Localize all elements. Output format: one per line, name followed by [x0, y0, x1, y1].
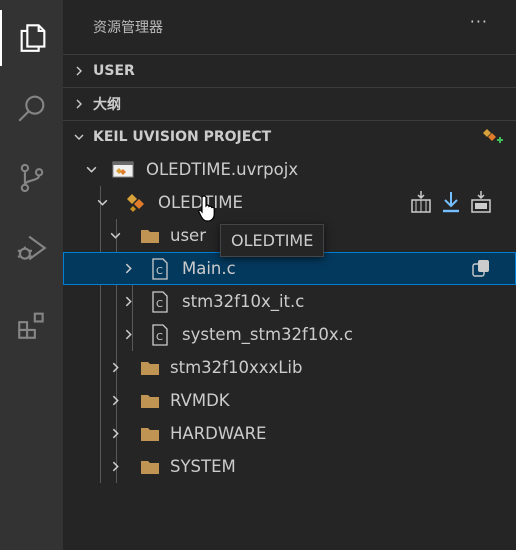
chevron-right-icon [109, 460, 122, 473]
svg-text:C: C [156, 332, 163, 343]
tree-group-label: SYSTEM [170, 457, 236, 476]
chevron-down-icon [109, 229, 122, 242]
source-control-icon[interactable] [0, 150, 63, 206]
c-file-icon: C [151, 290, 169, 313]
tree-group-row[interactable]: RVMDK [63, 384, 516, 417]
c-file-icon: C [151, 323, 169, 346]
folder-icon [140, 393, 160, 409]
svg-text:C: C [156, 266, 163, 277]
chevron-right-icon [73, 65, 89, 77]
chevron-right-icon [109, 361, 122, 374]
tree-group-label: stm32f10xxxLib [170, 358, 303, 377]
chevron-right-icon [122, 328, 135, 341]
target-icon [124, 192, 148, 214]
tree-target-row[interactable]: OLEDTIME [63, 186, 516, 219]
activity-bar [0, 0, 63, 550]
folder-icon [140, 426, 160, 442]
run-debug-icon[interactable] [0, 220, 63, 276]
chevron-right-icon [122, 262, 135, 275]
uvision-project-icon [111, 160, 135, 180]
tree-file-label: system_stm32f10x.c [182, 325, 353, 344]
chevron-down-icon [73, 131, 89, 143]
tree-group-row[interactable]: stm32f10xxxLib [63, 351, 516, 384]
chevron-down-icon [96, 196, 109, 209]
folder-icon [140, 228, 160, 244]
tree-project-row[interactable]: OLEDTIME.uvrpojx [63, 153, 516, 186]
explorer-icon[interactable] [0, 10, 63, 66]
folder-icon [140, 459, 160, 475]
tooltip: OLEDTIME [220, 224, 325, 257]
c-file-icon: C [151, 257, 169, 280]
svg-text:C: C [156, 299, 163, 310]
tree-project-label: OLEDTIME.uvrpojx [146, 160, 299, 179]
chevron-down-icon [85, 163, 98, 176]
chevron-right-icon [122, 295, 135, 308]
section-keil-project[interactable]: KEIL UVISION PROJECT [63, 120, 516, 152]
tree-file-row[interactable]: C stm32f10x_it.c [63, 285, 516, 318]
section-label: USER [93, 62, 135, 79]
folder-icon [140, 360, 160, 376]
tree-file-label: Main.c [182, 259, 236, 278]
add-project-icon[interactable] [480, 126, 504, 152]
tree-file-label: stm32f10x_it.c [182, 292, 305, 311]
download-icon[interactable] [440, 190, 462, 218]
build-icon[interactable] [410, 190, 432, 218]
section-label: KEIL UVISION PROJECT [93, 128, 272, 145]
copy-icon[interactable] [471, 258, 491, 282]
tree-group-row[interactable]: HARDWARE [63, 417, 516, 450]
section-outline[interactable]: 大纲 [63, 87, 516, 119]
hand-cursor-icon [197, 194, 219, 226]
sidebar-title: 资源管理器 [93, 20, 163, 36]
section-user[interactable]: USER [63, 54, 516, 86]
chevron-right-icon [109, 427, 122, 440]
tree-file-row[interactable]: C system_stm32f10x.c [63, 318, 516, 351]
section-label: 大纲 [93, 96, 121, 113]
explorer-sidebar: 资源管理器 ··· USER 大纲 KEIL UVISION PROJECT O… [63, 0, 516, 550]
chevron-right-icon [109, 394, 122, 407]
more-actions-icon[interactable]: ··· [470, 12, 488, 31]
tree-group-row[interactable]: SYSTEM [63, 450, 516, 483]
tree-group-label: RVMDK [170, 391, 230, 410]
chevron-right-icon [73, 98, 89, 110]
rebuild-icon[interactable] [470, 190, 492, 218]
search-icon[interactable] [0, 80, 63, 136]
tree-group-label: HARDWARE [170, 424, 267, 443]
tree-group-label: user [170, 226, 206, 245]
extensions-icon[interactable] [0, 297, 63, 353]
